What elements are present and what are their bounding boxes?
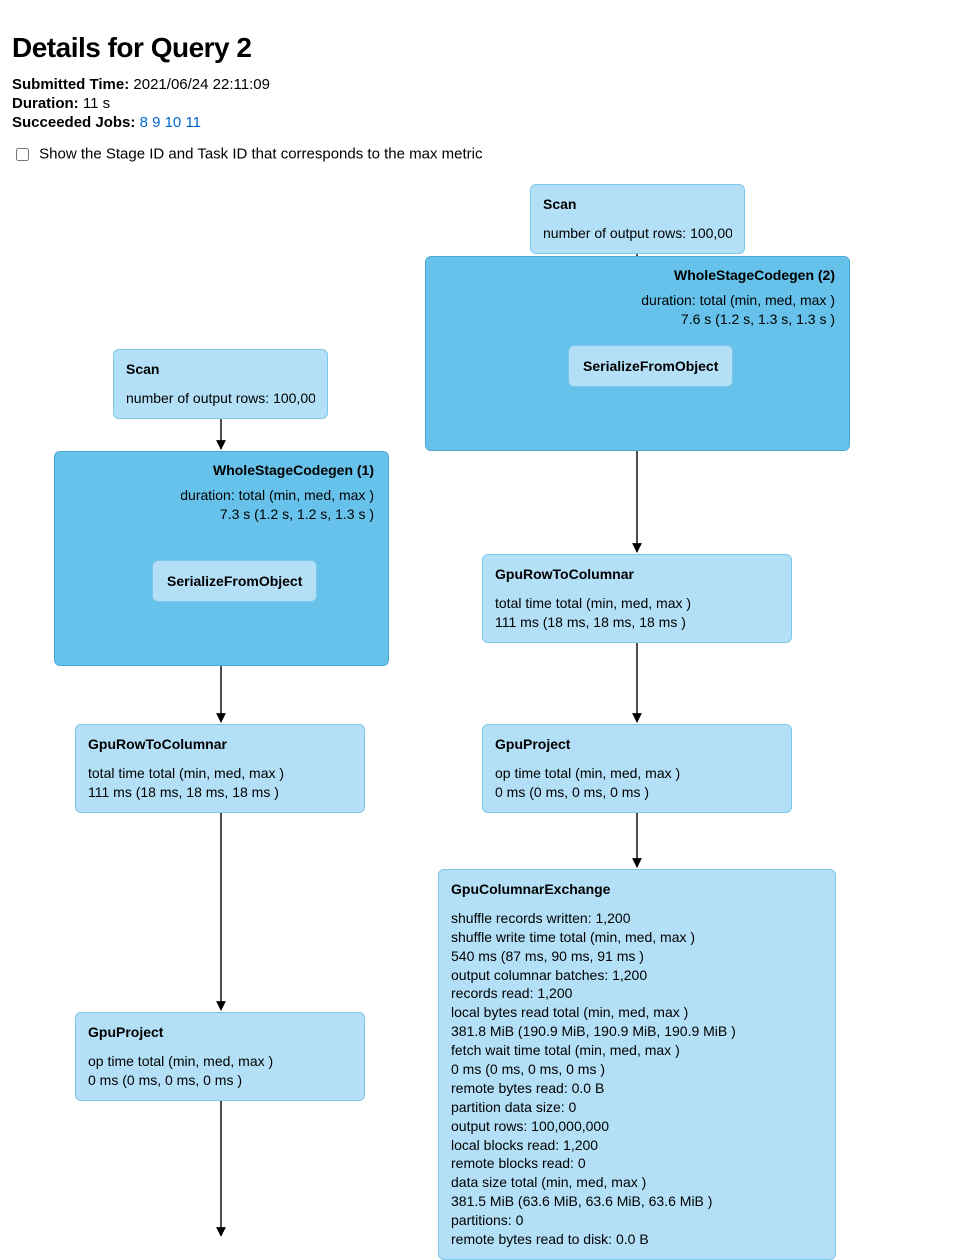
- node-title: GpuRowToColumnar: [495, 565, 779, 584]
- show-stage-task-id-label: Show the Stage ID and Task ID that corre…: [39, 145, 482, 162]
- duration-value: 11 s: [83, 95, 110, 112]
- node-metric: total time total (min, med, max ): [495, 594, 779, 613]
- node-metric: remote blocks read: 0: [451, 1154, 823, 1173]
- node-title: GpuProject: [88, 1023, 352, 1042]
- node-metric: partition data size: 0: [451, 1098, 823, 1117]
- node-metric: op time total (min, med, max ): [88, 1052, 352, 1071]
- node-metric: 540 ms (87 ms, 90 ms, 91 ms ): [451, 947, 823, 966]
- node-title: GpuColumnarExchange: [451, 880, 823, 899]
- checkbox-row: Show the Stage ID and Task ID that corre…: [12, 145, 952, 164]
- node-metric: local bytes read total (min, med, max ): [451, 1003, 823, 1022]
- node-metric: local blocks read: 1,200: [451, 1136, 823, 1155]
- node-metric: 111 ms (18 ms, 18 ms, 18 ms ): [88, 783, 352, 802]
- node-metric: records read: 1,200: [451, 984, 823, 1003]
- node-serializefromobject-right[interactable]: SerializeFromObject: [568, 345, 733, 387]
- node-metric: duration: total (min, med, max ): [69, 486, 374, 505]
- succeeded-jobs-row: Succeeded Jobs: 8 9 10 11: [12, 114, 952, 131]
- dag-visualization[interactable]: Scan number of output rows: 100,000,000 …: [12, 176, 952, 1236]
- job-link-1[interactable]: 9: [152, 114, 160, 131]
- node-title: GpuRowToColumnar: [88, 735, 352, 754]
- node-metric: 381.5 MiB (63.6 MiB, 63.6 MiB, 63.6 MiB …: [451, 1192, 823, 1211]
- node-metric: output columnar batches: 1,200: [451, 966, 823, 985]
- show-stage-task-id-checkbox[interactable]: [16, 148, 29, 161]
- node-metric: fetch wait time total (min, med, max ): [451, 1041, 823, 1060]
- node-scan-right[interactable]: Scan number of output rows: 100,000,000: [530, 184, 745, 254]
- node-metric: total time total (min, med, max ): [88, 764, 352, 783]
- node-metric: remote bytes read to disk: 0.0 B: [451, 1230, 823, 1249]
- node-metric: shuffle records written: 1,200: [451, 909, 823, 928]
- node-scan-left[interactable]: Scan number of output rows: 100,000,000: [113, 349, 328, 419]
- job-link-3[interactable]: 11: [185, 114, 201, 131]
- node-metric: 0 ms (0 ms, 0 ms, 0 ms ): [495, 783, 779, 802]
- job-link-0[interactable]: 8: [140, 114, 148, 131]
- node-gpuproject-left[interactable]: GpuProject op time total (min, med, max …: [75, 1012, 365, 1101]
- node-metric: data size total (min, med, max ): [451, 1173, 823, 1192]
- succeeded-jobs-label: Succeeded Jobs:: [12, 114, 135, 131]
- node-metric: 0 ms (0 ms, 0 ms, 0 ms ): [88, 1071, 352, 1090]
- node-metric: 7.6 s (1.2 s, 1.3 s, 1.3 s ): [440, 310, 835, 329]
- node-metric: output rows: 100,000,000: [451, 1117, 823, 1136]
- node-metric: 7.3 s (1.2 s, 1.2 s, 1.3 s ): [69, 505, 374, 524]
- node-gpuproject-right[interactable]: GpuProject op time total (min, med, max …: [482, 724, 792, 813]
- node-metric: partitions: 0: [451, 1211, 823, 1230]
- node-metric: remote bytes read: 0.0 B: [451, 1079, 823, 1098]
- node-title: GpuProject: [495, 735, 779, 754]
- node-metric: number of output rows: 100,000,000: [126, 389, 315, 408]
- node-title: Scan: [126, 360, 315, 379]
- node-metric: 111 ms (18 ms, 18 ms, 18 ms ): [495, 613, 779, 632]
- duration-row: Duration: 11 s: [12, 95, 952, 112]
- node-title: WholeStageCodegen (1): [69, 462, 374, 478]
- node-gpucolumnarexchange[interactable]: GpuColumnarExchange shuffle records writ…: [438, 869, 836, 1260]
- node-metric: 381.8 MiB (190.9 MiB, 190.9 MiB, 190.9 M…: [451, 1022, 823, 1041]
- node-serializefromobject-left[interactable]: SerializeFromObject: [152, 560, 317, 602]
- node-title: Scan: [543, 195, 732, 214]
- node-metric: 0 ms (0 ms, 0 ms, 0 ms ): [451, 1060, 823, 1079]
- node-gpurowtocolumnar-right[interactable]: GpuRowToColumnar total time total (min, …: [482, 554, 792, 643]
- job-link-2[interactable]: 10: [165, 114, 182, 131]
- submitted-time-value: 2021/06/24 22:11:09: [133, 76, 270, 93]
- node-gpurowtocolumnar-left[interactable]: GpuRowToColumnar total time total (min, …: [75, 724, 365, 813]
- node-metric: duration: total (min, med, max ): [440, 291, 835, 310]
- submitted-time-label: Submitted Time:: [12, 76, 129, 93]
- node-metric: shuffle write time total (min, med, max …: [451, 928, 823, 947]
- node-wholestagecodegen-1[interactable]: WholeStageCodegen (1) duration: total (m…: [54, 451, 389, 666]
- node-metric: op time total (min, med, max ): [495, 764, 779, 783]
- node-wholestagecodegen-2[interactable]: WholeStageCodegen (2) duration: total (m…: [425, 256, 850, 451]
- node-title: WholeStageCodegen (2): [440, 267, 835, 283]
- node-metric: number of output rows: 100,000,000: [543, 224, 732, 243]
- submitted-time-row: Submitted Time: 2021/06/24 22:11:09: [12, 76, 952, 93]
- page-title: Details for Query 2: [12, 32, 952, 64]
- duration-label: Duration:: [12, 95, 79, 112]
